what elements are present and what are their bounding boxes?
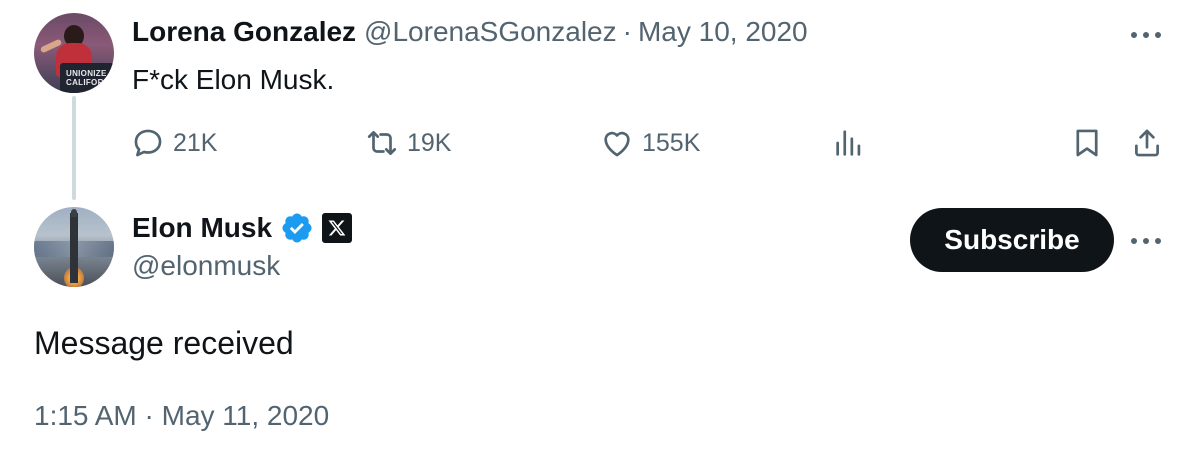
x-affiliate-badge-icon[interactable]	[322, 213, 353, 243]
main-tweet-timestamp[interactable]: 1:15 AM · May 11, 2020	[34, 400, 329, 432]
more-options-button[interactable]	[1126, 15, 1166, 55]
author-handle[interactable]: @LorenaSGonzalez	[364, 16, 617, 48]
like-icon	[604, 131, 630, 157]
more-icon	[1131, 32, 1161, 38]
avatar-elon-musk[interactable]	[34, 207, 114, 287]
verified-badge-icon[interactable]	[280, 211, 314, 245]
retweet-count: 19K	[407, 128, 452, 157]
avatar-podium-sign: UNIONIZE CALIFORNIA	[60, 63, 114, 93]
main-tweet-text: Message received	[34, 325, 294, 361]
share-button[interactable]	[1130, 123, 1164, 163]
retweet-icon	[367, 131, 397, 155]
avatar-rocket	[70, 213, 78, 283]
views-icon	[836, 130, 861, 156]
x-logo-icon	[328, 220, 346, 236]
more-options-button[interactable]	[1126, 221, 1166, 261]
reply-button[interactable]: 21K	[131, 123, 217, 163]
like-button[interactable]: 155K	[600, 123, 700, 163]
author-handle[interactable]: @elonmusk	[132, 250, 280, 282]
bookmark-icon	[1076, 129, 1098, 157]
reply-count: 21K	[173, 128, 218, 157]
main-tweet-author-row: Elon Musk	[132, 210, 353, 246]
reply-tweet-text: F*ck Elon Musk.	[132, 64, 335, 95]
header-separator: ·	[622, 16, 632, 47]
reply-tweet-header: Lorena Gonzalez @LorenaSGonzalez · May 1…	[132, 16, 808, 50]
subscribe-button[interactable]: Subscribe	[910, 208, 1114, 272]
avatar-rocket-tip	[71, 209, 77, 217]
more-icon	[1131, 238, 1161, 244]
bookmark-button[interactable]	[1070, 123, 1104, 163]
tweet-thread: UNIONIZE CALIFORNIA Lorena Gonzalez @Lor…	[0, 0, 1200, 454]
thread-connector-line	[72, 96, 76, 200]
tweet-date[interactable]: May 10, 2020	[638, 16, 808, 48]
views-button[interactable]	[832, 123, 866, 163]
retweet-button[interactable]: 19K	[365, 123, 451, 163]
reply-icon	[134, 129, 162, 157]
avatar-lorena-gonzalez[interactable]: UNIONIZE CALIFORNIA	[34, 13, 114, 93]
author-name[interactable]: Elon Musk	[132, 212, 272, 244]
like-count: 155K	[642, 128, 701, 157]
author-name[interactable]: Lorena Gonzalez	[132, 16, 356, 48]
share-icon	[1135, 129, 1159, 157]
